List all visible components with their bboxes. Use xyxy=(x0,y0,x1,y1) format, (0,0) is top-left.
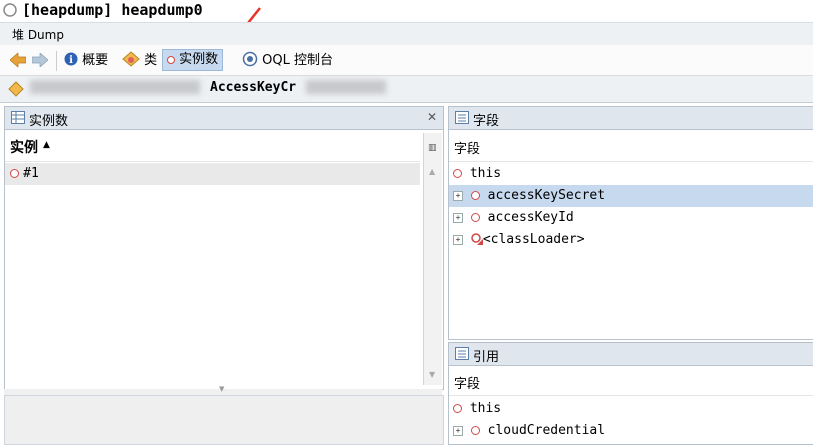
table-icon xyxy=(11,111,25,124)
info-icon: i xyxy=(64,52,78,66)
field-icon xyxy=(470,191,480,200)
instance-icon xyxy=(167,55,175,64)
expand-icon[interactable]: + xyxy=(453,212,463,223)
static-field-icon xyxy=(471,233,483,245)
redacted-path xyxy=(30,80,200,94)
expand-icon[interactable]: + xyxy=(453,190,463,201)
references-panel: 引用 字段 this + cloudCredential xyxy=(448,342,813,445)
field-row-accesskeyid[interactable]: + accessKeyId xyxy=(449,207,813,229)
field-row-classloader[interactable]: + <classLoader> xyxy=(449,229,813,251)
field-row-this[interactable]: this xyxy=(449,163,813,185)
vertical-scrollbar[interactable]: ▥ ▲ ▼ xyxy=(423,133,442,385)
instances-panel-title: 实例数 xyxy=(29,114,69,129)
sort-ascending-icon: ▲ xyxy=(43,140,50,150)
expand-icon[interactable]: + xyxy=(453,234,463,245)
close-icon[interactable]: ✕ xyxy=(427,110,437,124)
field-name: accessKeyId xyxy=(487,210,574,225)
collapse-arrow-icon[interactable]: ▼ xyxy=(219,385,224,393)
forward-arrow-icon[interactable] xyxy=(32,53,48,67)
heap-dump-tab-label: 堆 Dump xyxy=(12,28,64,42)
reference-row-this[interactable]: this xyxy=(449,398,813,420)
fields-panel-header: 字段 xyxy=(448,106,813,130)
instance-id: #1 xyxy=(23,166,39,181)
field-name: <classLoader> xyxy=(482,232,585,247)
reference-row-cloudcredential[interactable]: + cloudCredential xyxy=(449,420,813,442)
toolbar: i 概要 类 实例数 OQL 控制台 xyxy=(0,45,813,76)
references-panel-header: 引用 xyxy=(448,342,813,366)
fields-icon xyxy=(455,111,469,124)
classes-label: 类 xyxy=(144,53,158,68)
title-bar: [heapdump] heapdump0 xyxy=(0,0,813,44)
references-panel-title: 引用 xyxy=(473,350,500,365)
fields-panel-title: 字段 xyxy=(473,114,500,129)
field-icon xyxy=(470,213,480,222)
class-path-bar: AccessKeyCr xyxy=(0,76,813,103)
column-selector-icon[interactable]: ▥ xyxy=(428,143,437,153)
instance-icon xyxy=(10,169,19,178)
classes-button[interactable]: 类 xyxy=(122,51,157,71)
field-name: accessKeySecret xyxy=(487,188,606,203)
instances-button[interactable]: 实例数 xyxy=(162,49,224,71)
field-name: this xyxy=(469,166,502,181)
oql-icon xyxy=(242,51,258,67)
instance-icon xyxy=(453,404,462,413)
reference-name: this xyxy=(469,401,502,416)
instances-label: 实例数 xyxy=(179,52,219,67)
field-icon xyxy=(470,426,480,435)
instances-column-header[interactable]: 实例 ▲ xyxy=(5,133,420,162)
heapdump-icon xyxy=(3,3,17,17)
expand-icon[interactable]: + xyxy=(453,425,463,436)
fields-column-header[interactable]: 字段 xyxy=(449,133,813,162)
instances-panel: 实例数 ✕ 实例 ▲ #1 ▥ ▲ ▼ xyxy=(4,106,444,390)
instance-icon xyxy=(453,169,462,178)
scroll-down-icon[interactable]: ▼ xyxy=(429,370,435,379)
references-column-header[interactable]: 字段 xyxy=(449,369,813,396)
fields-panel: 字段 字段 this + accessKeySecret + accessKey… xyxy=(448,106,813,340)
oql-console-button[interactable]: OQL 控制台 xyxy=(242,51,333,71)
svg-text:i: i xyxy=(69,55,73,66)
redacted-class-suffix xyxy=(306,80,386,94)
back-arrow-icon[interactable] xyxy=(10,53,26,67)
summary-label: 概要 xyxy=(82,53,109,68)
instances-panel-header: 实例数 ✕ xyxy=(4,106,444,130)
references-icon xyxy=(455,347,469,360)
fields-column-label: 字段 xyxy=(454,142,481,157)
oql-console-label: OQL 控制台 xyxy=(262,53,333,68)
class-icon xyxy=(8,81,24,97)
scroll-up-icon[interactable]: ▲ xyxy=(429,167,435,176)
instance-row[interactable]: #1 xyxy=(5,163,420,185)
field-row-accesskeysecret[interactable]: + accessKeySecret xyxy=(449,185,813,207)
references-column-label: 字段 xyxy=(454,377,481,392)
summary-button[interactable]: i 概要 xyxy=(64,51,108,71)
heap-dump-tab[interactable]: 堆 Dump xyxy=(0,22,813,46)
classes-icon xyxy=(122,51,140,67)
instance-details-panel xyxy=(4,395,444,445)
instance-column-label: 实例 xyxy=(10,140,38,156)
reference-name: cloudCredential xyxy=(487,423,606,438)
toolbar-divider xyxy=(56,51,57,71)
window-title: [heapdump] heapdump0 xyxy=(22,1,203,19)
class-name: AccessKeyCr xyxy=(210,80,297,95)
